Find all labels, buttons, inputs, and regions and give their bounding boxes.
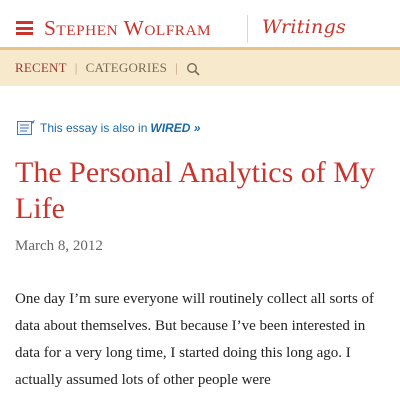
hamburger-menu-icon[interactable] [16, 21, 34, 35]
also-published-notice: This essay is also in WIRED » [16, 119, 200, 137]
navigation-bar: RECENT | CATEGORIES | [0, 50, 400, 86]
article-date: March 8, 2012 [15, 238, 103, 254]
header-divider [247, 15, 248, 43]
article-title: The Personal Analytics of My Life [15, 156, 375, 225]
nav-item-recent[interactable]: RECENT [15, 60, 67, 76]
nav-item-categories[interactable]: CATEGORIES [86, 60, 167, 76]
wired-link[interactable]: WIRED » [150, 121, 200, 135]
nav-separator: | [74, 60, 78, 75]
notice-text: This essay is also in [40, 121, 148, 135]
site-brand-logo[interactable]: Stephen Wolfram [44, 14, 211, 42]
document-icon [17, 120, 35, 135]
site-header: Stephen Wolfram Writings [0, 0, 400, 50]
search-icon[interactable] [186, 62, 200, 76]
nav-separator: | [175, 60, 178, 75]
article-body: One day I’m sure everyone will routinely… [15, 291, 375, 388]
writings-section-logo[interactable]: Writings [262, 14, 346, 40]
